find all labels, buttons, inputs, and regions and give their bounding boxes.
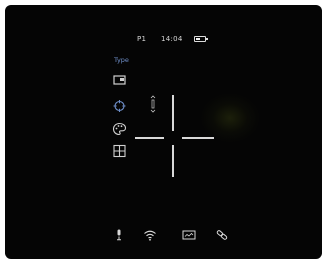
crosshair-target-icon[interactable]	[112, 99, 128, 113]
palette-icon[interactable]	[112, 122, 128, 136]
reticle-line-left	[135, 137, 164, 139]
battery-icon	[194, 36, 208, 42]
link-icon[interactable]	[215, 229, 229, 241]
reticle-line-right	[182, 137, 214, 139]
battery-level-fill	[196, 38, 200, 40]
thermal-viewfinder-screen: P1 14:04 Type	[5, 5, 322, 259]
wifi-icon[interactable]	[143, 229, 157, 241]
thermal-heat-spot	[200, 93, 260, 143]
scroll-indicator-icon	[150, 95, 156, 113]
microphone-icon[interactable]	[112, 229, 126, 241]
video-record-icon[interactable]	[182, 229, 196, 241]
reticle-line-bottom	[172, 145, 174, 177]
status-bar: P1 14:04	[5, 34, 322, 46]
menu-type-label: Type	[114, 56, 129, 64]
picture-in-picture-icon[interactable]	[112, 73, 128, 87]
grid-layout-icon[interactable]	[112, 144, 128, 158]
reticle-line-top	[172, 95, 174, 131]
profile-indicator: P1	[137, 35, 147, 43]
clock: 14:04	[161, 35, 183, 43]
